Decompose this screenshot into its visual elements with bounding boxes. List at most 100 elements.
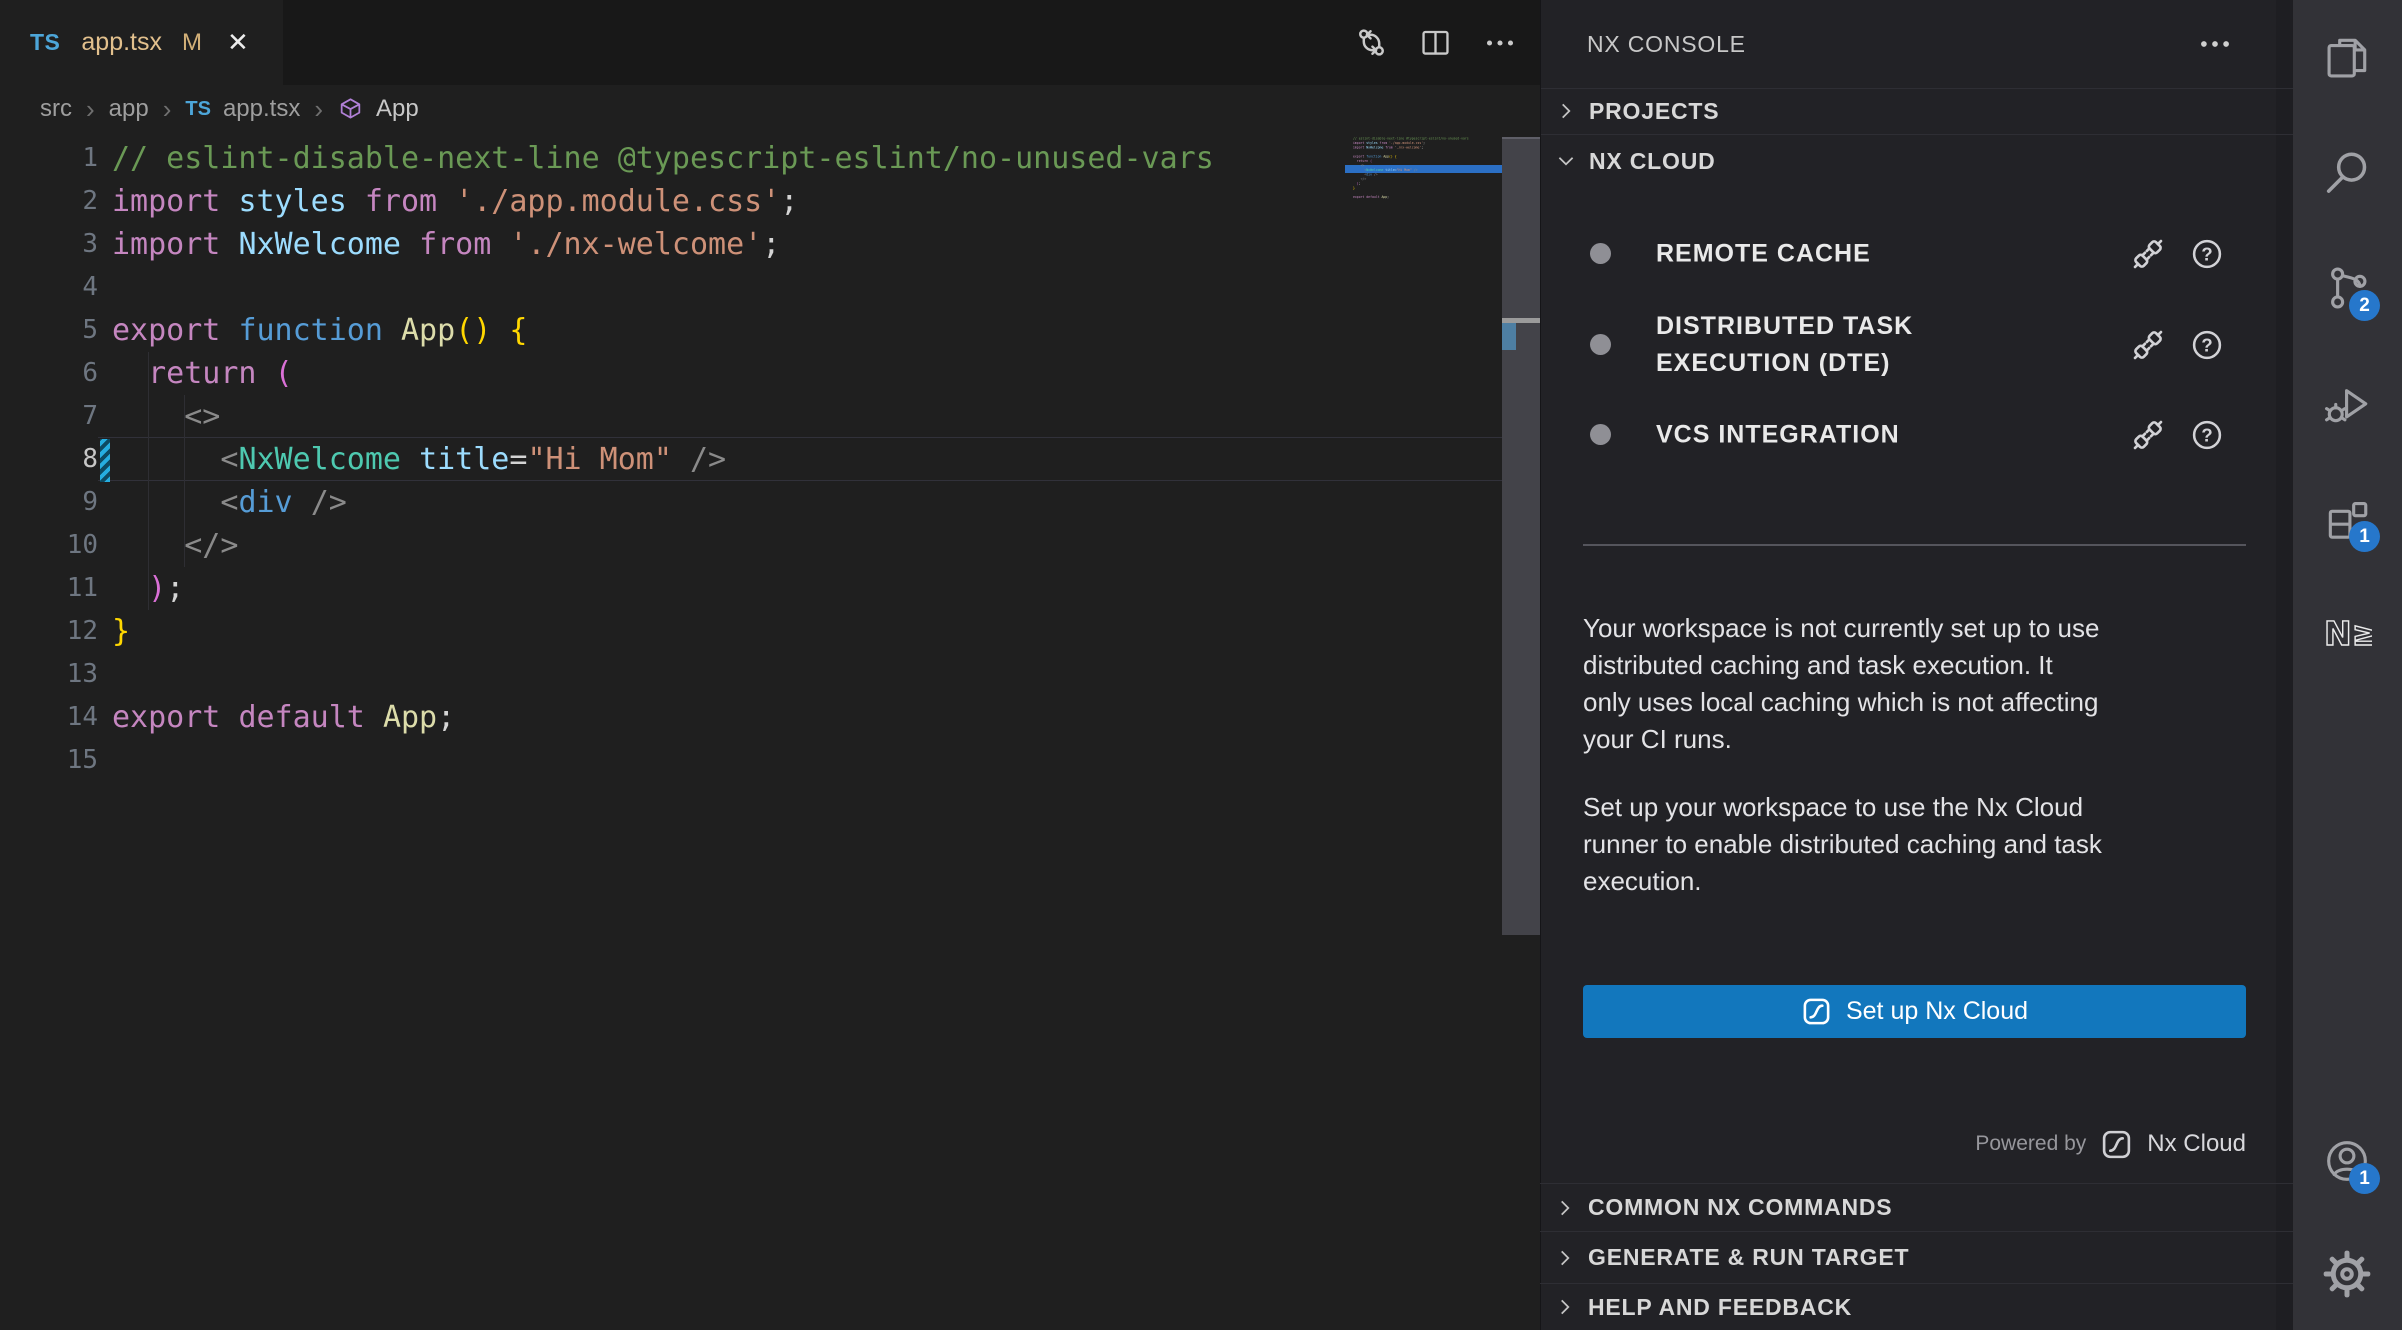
run-debug-icon[interactable] xyxy=(2322,379,2372,429)
powered-by-label: Powered by xyxy=(1975,1132,2086,1156)
feature-label: DISTRIBUTED TASK EXECUTION (DTE) xyxy=(1656,308,2106,382)
svg-text:N≥: N≥ xyxy=(2324,614,2372,653)
code-line: 13 xyxy=(0,653,1214,696)
section-label: PROJECTS xyxy=(1589,98,1719,125)
status-bullet-icon xyxy=(1590,334,1611,355)
status-bullet-icon xyxy=(1590,243,1611,264)
section-common-nx-commands[interactable]: COMMON NX COMMANDS xyxy=(1540,1184,2293,1231)
setup-nx-cloud-button[interactable]: Set up Nx Cloud xyxy=(1583,985,2246,1038)
explorer-icon[interactable] xyxy=(2322,33,2372,83)
section-nx-cloud[interactable]: NX CLOUD xyxy=(1541,134,2293,188)
nx-console-icon[interactable]: N≥ xyxy=(2322,609,2372,659)
help-icon[interactable]: ? xyxy=(2189,327,2225,363)
section-label: COMMON NX COMMANDS xyxy=(1588,1194,1892,1221)
chevron-right-icon xyxy=(1554,1296,1576,1318)
accounts-badge: 1 xyxy=(2349,1163,2380,1194)
nx-cloud-logo-icon xyxy=(2100,1128,2133,1161)
source-control-icon[interactable]: 2 xyxy=(2322,263,2372,313)
chevron-right-icon xyxy=(1554,1247,1576,1269)
setup-suggestion-text: Set up your workspace to use the Nx Clou… xyxy=(1583,789,2263,900)
tab-app-tsx[interactable]: TS app.tsx M ✕ xyxy=(0,0,283,85)
section-projects[interactable]: PROJECTS xyxy=(1541,88,2293,134)
line-number: 10 xyxy=(0,524,98,567)
feature-remote-cache: REMOTE CACHE ? xyxy=(1584,228,2247,280)
feature-vcs-integration: VCS INTEGRATION ? xyxy=(1584,409,2247,461)
help-icon[interactable]: ? xyxy=(2189,236,2225,272)
overview-ruler-modified-marker xyxy=(1502,323,1516,350)
line-number: 1 xyxy=(0,137,98,180)
panel-more-actions-icon[interactable] xyxy=(2195,28,2235,60)
open-changes-icon[interactable] xyxy=(1353,24,1390,61)
line-number: 12 xyxy=(0,610,98,653)
code-line: 9 <div /> xyxy=(0,481,1214,524)
section-help-and-feedback[interactable]: HELP AND FEEDBACK xyxy=(1540,1284,2293,1330)
typescript-file-icon: TS xyxy=(30,29,60,56)
section-label: HELP AND FEEDBACK xyxy=(1588,1294,1852,1321)
line-number: 4 xyxy=(0,266,98,309)
code-line: 5export function App() { xyxy=(0,309,1214,352)
activity-bar: 2 1 N≥ 1 xyxy=(2293,0,2402,1330)
code-line: 15 xyxy=(0,739,1214,782)
editor-actions xyxy=(1353,0,1518,85)
connect-plug-icon[interactable] xyxy=(2128,325,2168,365)
powered-by-row: Powered by Nx Cloud xyxy=(1975,1120,2246,1168)
line-number: 9 xyxy=(0,481,98,524)
svg-text:?: ? xyxy=(2201,424,2212,445)
editor-scrollbar[interactable] xyxy=(1502,137,1540,935)
code-line: 14export default App; xyxy=(0,696,1214,739)
section-label: NX CLOUD xyxy=(1589,148,1716,175)
code-lines: 1// eslint-disable-next-line @typescript… xyxy=(0,137,1214,782)
chevron-right-icon: › xyxy=(161,94,174,125)
line-number: 6 xyxy=(0,352,98,395)
panel-header: NX CONSOLE xyxy=(1541,0,2293,88)
connect-plug-icon[interactable] xyxy=(2128,234,2168,274)
close-tab-icon[interactable]: ✕ xyxy=(227,27,249,58)
symbol-cube-icon xyxy=(337,96,364,123)
settings-gear-icon[interactable] xyxy=(2322,1249,2372,1299)
accounts-icon[interactable]: 1 xyxy=(2322,1136,2372,1186)
more-actions-icon[interactable] xyxy=(1481,24,1518,61)
search-icon[interactable] xyxy=(2322,148,2372,198)
section-generate-run-target[interactable]: GENERATE & RUN TARGET xyxy=(1540,1232,2293,1283)
chevron-right-icon: › xyxy=(84,94,97,125)
nx-cloud-logo-icon xyxy=(1801,996,1832,1027)
line-number: 13 xyxy=(0,653,98,696)
code-editor[interactable]: 1 // eslint-disable-next-line @typescript… xyxy=(0,133,1540,1330)
git-modified-badge: M xyxy=(182,29,202,57)
code-line: 10 </> xyxy=(0,524,1214,567)
editor-tab-bar: TS app.tsx M ✕ xyxy=(0,0,1540,85)
line-number: 8 xyxy=(0,438,98,481)
feature-dte: DISTRIBUTED TASK EXECUTION (DTE) ? xyxy=(1584,303,2247,387)
breadcrumb-file[interactable]: app.tsx xyxy=(223,95,300,123)
gutter-modified-marker xyxy=(100,439,110,482)
nx-cloud-brand-label[interactable]: Nx Cloud xyxy=(2147,1130,2246,1158)
code-line: 6 return ( xyxy=(0,352,1214,395)
split-editor-icon[interactable] xyxy=(1417,24,1454,61)
code-line: 7 <> xyxy=(0,395,1214,438)
panel-edge xyxy=(2276,0,2294,1330)
connect-plug-icon[interactable] xyxy=(2128,415,2168,455)
workspace-status-text: Your workspace is not currently set up t… xyxy=(1583,610,2263,758)
tab-filename: app.tsx xyxy=(81,28,162,57)
line-number: 14 xyxy=(0,696,98,739)
chevron-right-icon: › xyxy=(312,94,325,125)
line-number: 5 xyxy=(0,309,98,352)
breadcrumb-app[interactable]: app xyxy=(109,95,149,123)
extensions-icon[interactable]: 1 xyxy=(2322,494,2372,544)
code-line: 11 ); xyxy=(0,567,1214,610)
minimap-code: // eslint-disable-next-line @typescript-… xyxy=(1353,136,1469,204)
line-number: 2 xyxy=(0,180,98,223)
svg-text:?: ? xyxy=(2201,243,2212,264)
source-control-badge: 2 xyxy=(2349,290,2380,321)
help-icon[interactable]: ? xyxy=(2189,417,2225,453)
divider xyxy=(1583,544,2246,546)
code-line: 8 <NxWelcome title="Hi Mom" /> xyxy=(0,438,1214,481)
chevron-right-icon xyxy=(1554,1197,1576,1219)
breadcrumb-symbol-app[interactable]: App xyxy=(376,95,419,123)
panel-title: NX CONSOLE xyxy=(1587,31,1746,58)
section-label: GENERATE & RUN TARGET xyxy=(1588,1244,1909,1271)
chevron-right-icon xyxy=(1555,100,1577,122)
feature-label: VCS INTEGRATION xyxy=(1656,417,2106,454)
minimap[interactable]: // eslint-disable-next-line @typescript-… xyxy=(1353,136,1502,208)
breadcrumb-src[interactable]: src xyxy=(40,95,72,123)
